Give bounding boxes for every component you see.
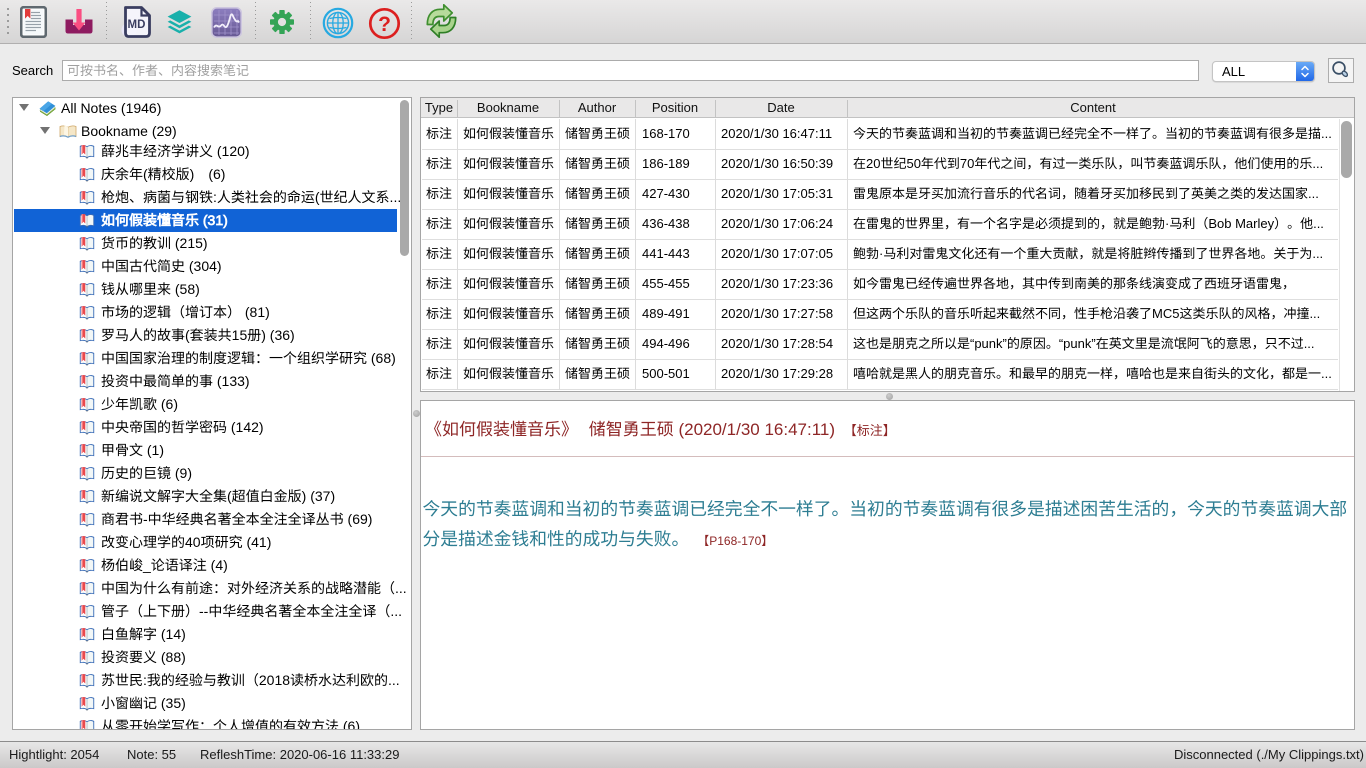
svg-text:MD: MD: [128, 19, 146, 31]
svg-text:?: ?: [378, 13, 391, 36]
